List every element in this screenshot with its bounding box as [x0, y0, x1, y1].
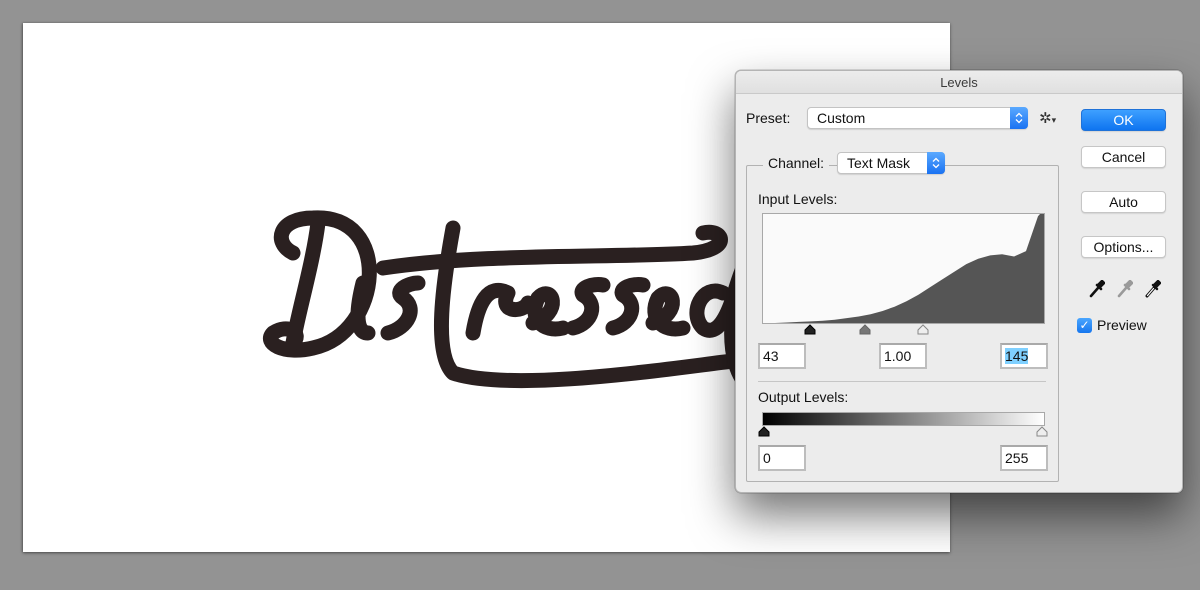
- lettering-svg: [263, 210, 771, 396]
- input-slider-track[interactable]: [762, 324, 1045, 336]
- black-eyedropper-icon[interactable]: [1089, 279, 1106, 303]
- options-button[interactable]: Options...: [1081, 236, 1166, 258]
- dialog-titlebar[interactable]: Levels: [736, 71, 1182, 94]
- preset-value: Custom: [817, 110, 866, 126]
- histogram-area: [763, 214, 1044, 323]
- updown-arrows-icon: [927, 152, 945, 174]
- histogram: [762, 213, 1045, 324]
- preview-checkbox[interactable]: ✓: [1077, 318, 1092, 333]
- white-point-slider[interactable]: [917, 324, 929, 335]
- input-white-value: 145: [1005, 348, 1029, 364]
- gear-icon[interactable]: ✲▾: [1039, 109, 1056, 127]
- cancel-button[interactable]: Cancel: [1081, 146, 1166, 168]
- gray-eyedropper-icon[interactable]: [1117, 279, 1134, 303]
- input-black-field[interactable]: 43: [758, 343, 806, 369]
- output-black-slider[interactable]: [758, 426, 770, 437]
- input-gamma-field[interactable]: 1.00: [879, 343, 927, 369]
- histogram-svg: [763, 214, 1044, 323]
- channel-value: Text Mask: [847, 155, 911, 171]
- input-levels-label: Input Levels:: [758, 191, 838, 207]
- preview-label[interactable]: Preview: [1097, 317, 1147, 333]
- ok-button[interactable]: OK: [1081, 109, 1166, 131]
- updown-arrows-icon: [1010, 107, 1028, 129]
- output-white-slider[interactable]: [1036, 426, 1048, 437]
- input-white-field[interactable]: 145: [1000, 343, 1048, 369]
- output-black-field[interactable]: 0: [758, 445, 806, 471]
- lettering-strokes: [263, 210, 771, 396]
- white-eyedropper-icon[interactable]: [1145, 279, 1162, 303]
- output-levels-label: Output Levels:: [758, 389, 849, 405]
- channel-dropdown[interactable]: Text Mask: [837, 152, 945, 174]
- auto-button[interactable]: Auto: [1081, 191, 1166, 213]
- distressed-lettering-artwork: [233, 183, 773, 423]
- levels-dialog: Levels Preset: Custom ✲▾ OK Cancel Auto …: [735, 70, 1183, 493]
- black-point-slider[interactable]: [804, 324, 816, 335]
- output-white-field[interactable]: 255: [1000, 445, 1048, 471]
- preset-label: Preset:: [746, 110, 791, 126]
- gamma-slider[interactable]: [859, 324, 871, 335]
- separator: [758, 381, 1046, 382]
- output-gradient-bar: [762, 412, 1045, 426]
- channel-label: Channel:: [763, 155, 830, 171]
- preset-dropdown[interactable]: Custom: [807, 107, 1028, 129]
